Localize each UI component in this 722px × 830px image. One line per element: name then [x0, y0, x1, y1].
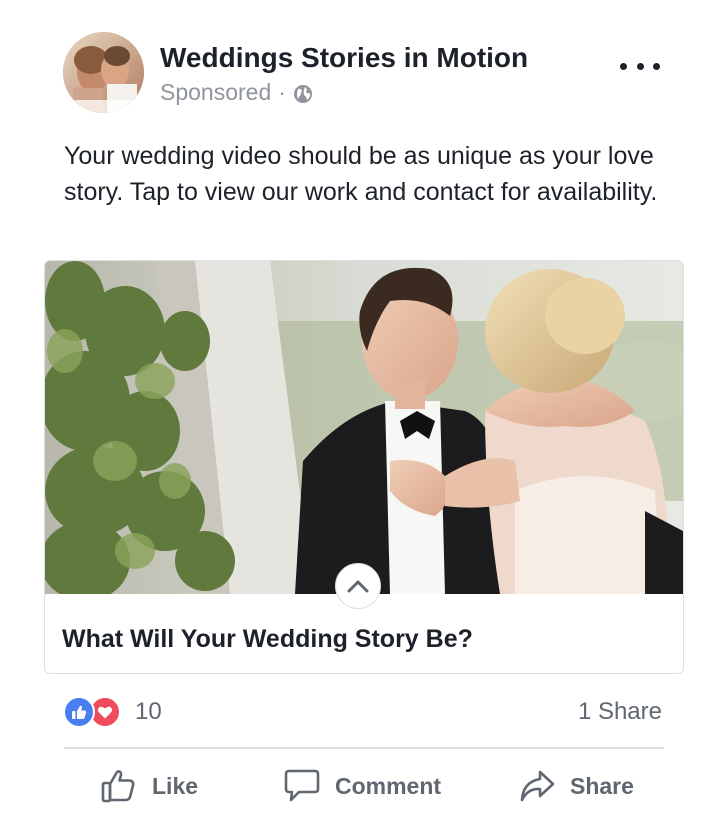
more-dot — [636, 62, 644, 70]
like-label: Like — [152, 772, 199, 799]
wedding-couple-photo[interactable] — [45, 261, 683, 594]
share-label: Share — [570, 772, 634, 799]
chevron-up-icon[interactable] — [335, 563, 381, 609]
more-dot — [620, 62, 627, 70]
share-count[interactable]: 1 Share — [578, 698, 662, 726]
link-headline[interactable]: What Will Your Wedding Story Be? — [62, 625, 473, 654]
share-arrow-icon — [520, 770, 555, 802]
divider — [64, 747, 664, 749]
more-options-icon[interactable] — [620, 56, 660, 76]
comment-label: Comment — [335, 772, 442, 799]
reaction-count: 10 — [135, 698, 162, 725]
like-reaction-icon — [63, 696, 95, 728]
sponsored-post: Weddings Stories in Motion Sponsored · Y… — [0, 0, 722, 830]
share-button[interactable]: Share — [518, 765, 634, 807]
post-meta: Sponsored · — [160, 79, 313, 106]
globe-icon — [293, 83, 313, 103]
thumbs-up-icon — [101, 770, 135, 803]
reactions-summary[interactable]: 10 — [63, 696, 162, 728]
more-dot — [653, 62, 660, 70]
comment-button[interactable]: Comment — [283, 765, 441, 807]
like-button[interactable]: Like — [100, 765, 198, 807]
link-preview-card[interactable]: What Will Your Wedding Story Be? — [44, 260, 684, 674]
post-text: Your wedding video should be as unique a… — [64, 142, 658, 206]
sponsored-label[interactable]: Sponsored — [160, 79, 271, 106]
page-avatar[interactable] — [63, 32, 144, 113]
page-name-link[interactable]: Weddings Stories in Motion — [160, 42, 528, 74]
meta-separator: · — [278, 79, 286, 105]
comment-icon — [284, 769, 320, 802]
